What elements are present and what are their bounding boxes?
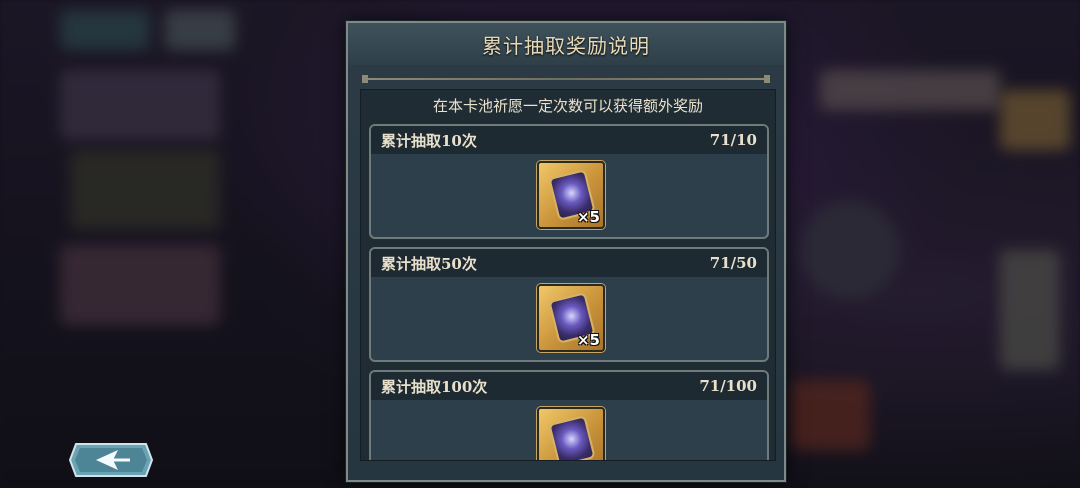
reward-count: ×5 <box>576 208 600 226</box>
reward-info-panel: 累计抽取奖励说明 在本卡池祈愿一定次数可以获得额外奖励 累计抽取10次 71/1… <box>346 21 786 482</box>
reward-item[interactable]: ×5 <box>537 161 605 229</box>
milestone-header: 累计抽取100次 71/100 <box>371 372 767 400</box>
reward-item[interactable] <box>537 407 605 460</box>
header-divider <box>362 75 770 83</box>
milestone-label: 累计抽取50次 <box>381 254 477 273</box>
panel-title: 累计抽取奖励说明 <box>482 33 650 58</box>
milestone-label: 累计抽取100次 <box>381 377 488 396</box>
reward-item[interactable]: ×5 <box>537 284 605 352</box>
milestone-label: 累计抽取10次 <box>381 131 477 150</box>
summon-ticket-icon <box>548 415 596 460</box>
back-button[interactable] <box>68 441 154 479</box>
milestone-header: 累计抽取10次 71/10 <box>371 126 767 154</box>
milestone-progress: 71/10 <box>709 131 757 149</box>
milestone-list[interactable]: 在本卡池祈愿一定次数可以获得额外奖励 累计抽取10次 71/10 ×5 累计抽取… <box>360 89 776 461</box>
panel-subtitle: 在本卡池祈愿一定次数可以获得额外奖励 <box>432 96 703 115</box>
reward-count: ×5 <box>576 331 600 349</box>
milestone-card: 累计抽取10次 71/10 ×5 <box>369 124 769 239</box>
panel-header: 累计抽取奖励说明 <box>348 23 784 65</box>
milestone-header: 累计抽取50次 71/50 <box>371 249 767 277</box>
back-arrow-icon <box>68 443 154 477</box>
milestone-progress: 71/100 <box>699 377 757 395</box>
milestone-progress: 71/50 <box>709 254 757 272</box>
milestone-card: 累计抽取50次 71/50 ×5 <box>369 247 769 362</box>
milestone-card: 累计抽取100次 71/100 <box>369 370 769 460</box>
